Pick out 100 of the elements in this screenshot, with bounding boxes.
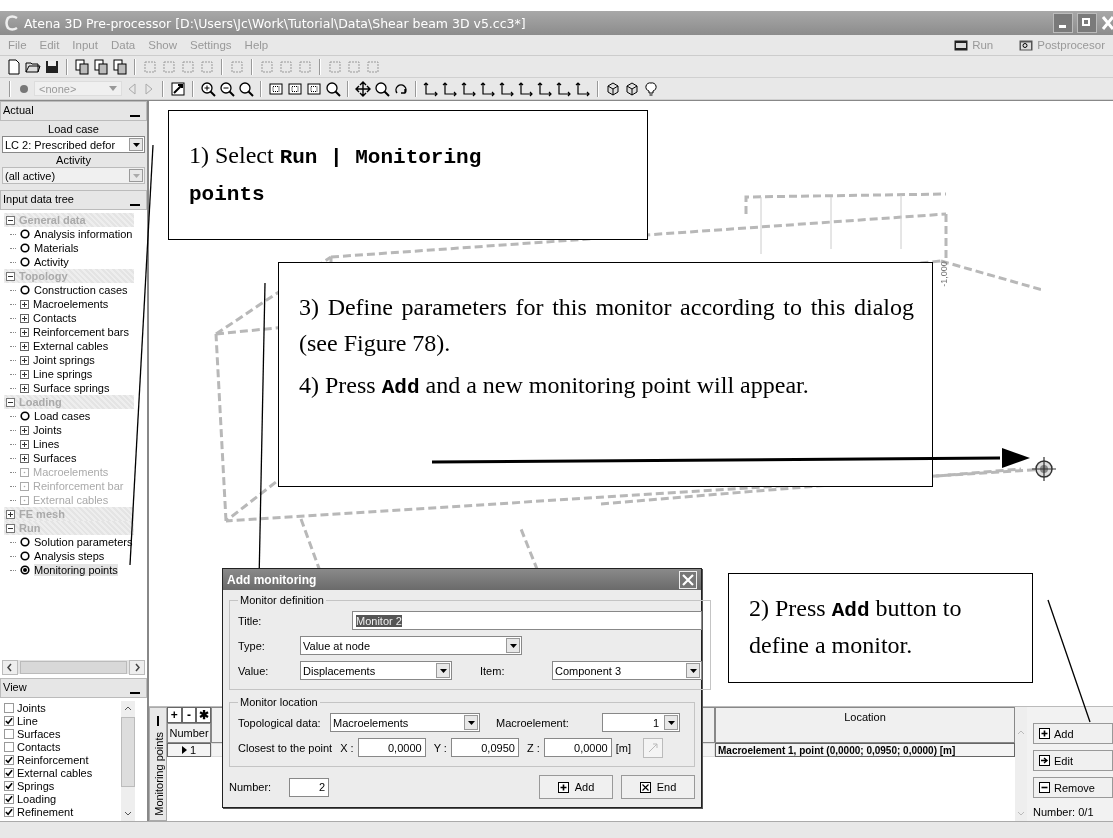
magnifier-icon[interactable] [325, 80, 341, 97]
collapse-box-icon[interactable] [6, 215, 15, 225]
grid-button[interactable]: ✱ [196, 707, 211, 723]
vertical-scrollbar[interactable] [121, 701, 135, 821]
pages-icon[interactable] [74, 58, 90, 75]
tree-item[interactable]: Monitoring points [34, 564, 118, 576]
pages-icon[interactable] [112, 58, 128, 75]
magnifier-icon[interactable] [374, 80, 390, 97]
tree-item[interactable]: Analysis information [34, 228, 133, 240]
callout-text: 1) Select Run | Monitoring points [189, 141, 483, 208]
collapse-box-icon[interactable] [6, 397, 15, 407]
document-icon[interactable] [6, 58, 22, 75]
tree-item[interactable]: Construction cases [34, 284, 128, 296]
pages-icon[interactable] [93, 58, 109, 75]
callout-text: 4) Press Add and a new monitoring point will appear. [299, 371, 810, 401]
value-dropdown[interactable]: Displacements [300, 661, 452, 680]
add-button[interactable]: Add [1033, 723, 1113, 744]
item-dropdown[interactable]: Component 3 [552, 661, 702, 680]
title-field[interactable]: Monitor 2 [352, 611, 702, 630]
expand-icon[interactable] [20, 369, 29, 379]
zoom-out-icon[interactable] [219, 80, 235, 97]
magnifier-icon[interactable] [238, 80, 254, 97]
axes-icon[interactable] [461, 80, 477, 97]
axes-icon[interactable] [423, 80, 439, 97]
tree-item[interactable]: Joints [33, 424, 62, 436]
square-icon[interactable] [268, 80, 284, 97]
checkbox-label: Contacts [17, 740, 61, 753]
tree-item[interactable]: Analysis steps [34, 550, 105, 562]
expand-icon[interactable] [20, 355, 29, 365]
topological-data-dropdown[interactable]: Macroelements [330, 713, 480, 732]
collapse-box-icon[interactable] [6, 523, 15, 533]
axes-icon[interactable] [442, 80, 458, 97]
tree-item[interactable]: Surface springs [33, 382, 110, 394]
axes-icon[interactable] [537, 80, 553, 97]
dialog-title: Add monitoring [227, 572, 317, 587]
expand-icon[interactable] [20, 453, 29, 463]
expand-icon[interactable] [20, 327, 29, 337]
coordinate-field[interactable]: 0,0950 [450, 738, 519, 757]
minimize-button[interactable] [1053, 13, 1073, 33]
tree-item[interactable]: Activity [34, 256, 69, 268]
add-button[interactable]: Add [539, 775, 613, 799]
axes-icon[interactable] [575, 80, 591, 97]
square-icon[interactable] [306, 80, 322, 97]
square-icon[interactable] [287, 80, 303, 97]
load-case-dropdown[interactable]: LC 2: Prescribed defor [2, 136, 145, 153]
close-icon[interactable] [679, 570, 697, 589]
zoom-in-icon[interactable] [200, 80, 216, 97]
expand-icon[interactable] [20, 313, 29, 323]
expand-icon[interactable] [20, 439, 29, 449]
scroll-right-icon[interactable] [129, 659, 145, 675]
tree-item[interactable]: Line springs [33, 368, 93, 380]
edit-button[interactable]: Edit [1033, 750, 1113, 771]
tree-item[interactable]: Joint springs [33, 354, 95, 366]
expand-icon[interactable] [20, 425, 29, 435]
tree-item[interactable]: Contacts [33, 312, 77, 324]
checkbox[interactable] [4, 715, 14, 726]
axes-icon[interactable] [518, 80, 534, 97]
axes-icon[interactable] [480, 80, 496, 97]
cube-icon[interactable] [624, 80, 640, 97]
expand-icon[interactable] [20, 299, 29, 309]
column-header: Location [715, 707, 1015, 743]
coordinate-field[interactable]: 0,0000 [357, 738, 426, 757]
axes-icon[interactable] [556, 80, 572, 97]
expand-icon[interactable] [6, 509, 15, 519]
grid-button[interactable]: + [167, 707, 182, 723]
tree-item[interactable]: External cables [33, 340, 109, 352]
checkbox[interactable] [4, 728, 14, 739]
remove-button[interactable]: Remove [1033, 777, 1113, 798]
panel-tab[interactable]: Monitoring points [149, 707, 167, 821]
tree-item[interactable]: Macroelements [33, 298, 109, 310]
move-icon[interactable] [355, 80, 371, 97]
caret-icon [439, 668, 447, 673]
tree-item[interactable]: Lines [33, 438, 60, 450]
tree-item[interactable]: Load cases [34, 410, 91, 422]
expand-icon[interactable] [20, 383, 29, 393]
maximize-button[interactable] [1077, 13, 1097, 33]
tree-item[interactable]: Surfaces [33, 452, 77, 464]
field-label: Value: [238, 664, 270, 677]
light-bulb-icon[interactable] [643, 80, 659, 97]
checkbox[interactable] [4, 780, 14, 791]
axes-icon[interactable] [499, 80, 515, 97]
cube-icon[interactable] [605, 80, 621, 97]
macroelement-dropdown[interactable]: 1 [602, 713, 680, 732]
checkbox[interactable] [4, 702, 14, 713]
collapse-box-icon[interactable] [6, 271, 15, 281]
checkbox[interactable] [4, 767, 14, 778]
scroll-left-icon[interactable] [2, 659, 18, 675]
checkbox[interactable] [4, 806, 14, 817]
tree-item[interactable]: Reinforcement bars [33, 326, 129, 338]
expand-icon[interactable] [20, 341, 29, 351]
end-button[interactable]: End [621, 775, 695, 799]
checkbox[interactable] [4, 793, 14, 804]
number-field[interactable]: 2 [289, 777, 330, 797]
type-dropdown[interactable]: Value at node [300, 636, 522, 655]
checkbox[interactable] [4, 741, 14, 752]
load-value-label: -1,000 [938, 261, 949, 287]
tree-item[interactable]: Materials [34, 242, 79, 254]
horizontal-scrollbar[interactable] [2, 660, 145, 674]
coordinate-field[interactable]: 0,0000 [543, 738, 612, 757]
checkbox[interactable] [4, 754, 14, 765]
